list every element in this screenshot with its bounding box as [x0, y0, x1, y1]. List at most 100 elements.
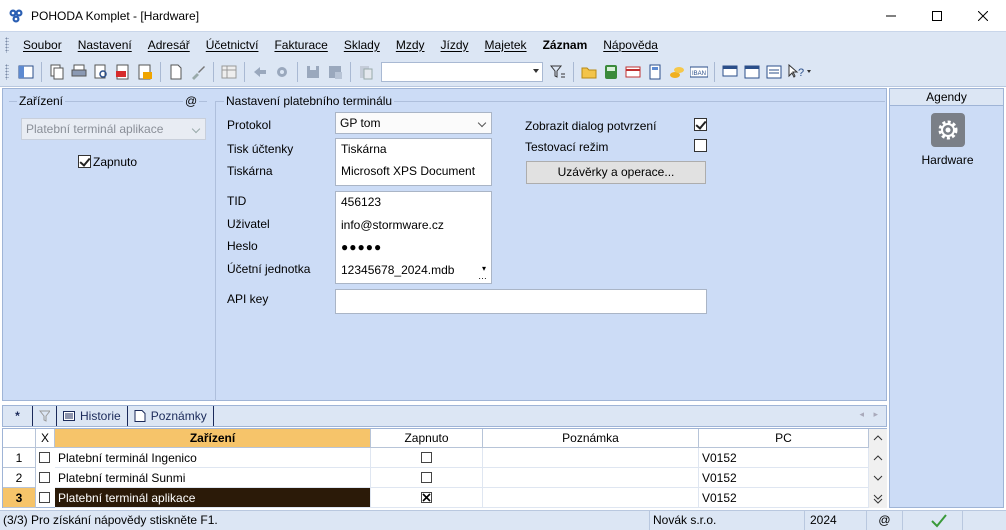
quick-search-combo[interactable]: [381, 61, 543, 82]
pc-cell: V0152: [699, 468, 869, 488]
new-record-button[interactable]: [167, 63, 185, 81]
table-scrollbar[interactable]: [869, 429, 887, 508]
hardware-agenda-label[interactable]: Hardware: [890, 153, 1005, 167]
enabled-cell-checkbox-checked[interactable]: [421, 492, 432, 503]
paste-button[interactable]: [357, 63, 375, 81]
row-mark-checkbox[interactable]: [39, 452, 50, 463]
ellipsis-icon[interactable]: …: [478, 271, 487, 281]
menu-napoveda[interactable]: Nápověda: [595, 38, 666, 52]
scroll-up-icon[interactable]: [869, 451, 887, 465]
scroll-bottom-icon[interactable]: [869, 491, 887, 505]
actions-button[interactable]: [273, 63, 291, 81]
scroll-left-icon[interactable]: ◂: [859, 409, 864, 420]
toolbar-separator: [297, 61, 298, 82]
closing-operations-button[interactable]: Uzávěrky a operace...: [526, 161, 706, 184]
list-icon: [766, 65, 782, 78]
tab-history[interactable]: Historie: [57, 406, 128, 426]
table-row[interactable]: 1 Platební terminál Ingenico V0152: [3, 448, 869, 468]
panel-toggle-button[interactable]: [17, 63, 35, 81]
tid-input[interactable]: 456123: [338, 192, 381, 212]
preview-button[interactable]: [92, 63, 110, 81]
minimize-button[interactable]: [868, 0, 914, 31]
accounting-unit-select[interactable]: 12345678_2024.mdb: [338, 260, 454, 280]
tab-filter[interactable]: [33, 406, 57, 426]
tab-star[interactable]: *: [3, 406, 33, 426]
device-select: Platební terminál aplikace: [21, 118, 206, 140]
filter-button[interactable]: [549, 63, 567, 81]
menu-zaznam[interactable]: Záznam: [535, 38, 596, 52]
receipt-print-value[interactable]: Tiskárna: [338, 139, 387, 159]
password-input[interactable]: ●●●●●: [338, 237, 382, 257]
accounting-unit-label: Účetní jednotka: [227, 262, 311, 276]
table-header-x[interactable]: X: [36, 429, 55, 448]
export-button[interactable]: [136, 63, 154, 81]
edit-button[interactable]: [189, 63, 207, 81]
table-button[interactable]: [220, 63, 238, 81]
pc-cell: V0152: [699, 488, 869, 508]
menu-sklady[interactable]: Sklady: [336, 38, 388, 52]
screen-button[interactable]: [721, 63, 739, 81]
row-number: 2: [3, 468, 36, 488]
minimize-icon: [886, 15, 896, 16]
protocol-select[interactable]: GP tom: [335, 112, 492, 134]
back-button[interactable]: [251, 63, 269, 81]
scroll-right-icon[interactable]: ▸: [873, 409, 878, 420]
menu-fakturace[interactable]: Fakturace: [266, 38, 335, 52]
coins-button[interactable]: [668, 63, 686, 81]
user-label: Uživatel: [227, 217, 270, 231]
copy-button[interactable]: [48, 63, 66, 81]
menu-soubor[interactable]: Soubor: [15, 38, 70, 52]
tab-notes[interactable]: Poznámky: [128, 406, 214, 426]
list-button[interactable]: [765, 63, 783, 81]
enabled-cell-checkbox[interactable]: [421, 452, 432, 463]
menu-majetek[interactable]: Majetek: [477, 38, 535, 52]
calculator-button[interactable]: [646, 63, 664, 81]
table-header-enabled[interactable]: Zapnuto: [371, 429, 483, 448]
menu-mzdy[interactable]: Mzdy: [388, 38, 433, 52]
maximize-button[interactable]: [914, 0, 960, 31]
menu-ucetnictvi[interactable]: Účetnictví: [198, 38, 267, 52]
user-input[interactable]: info@stormware.cz: [338, 215, 444, 235]
menu-adresar[interactable]: Adresář: [140, 38, 198, 52]
window-button[interactable]: [743, 63, 761, 81]
printer-value[interactable]: Microsoft XPS Document: [338, 161, 475, 181]
pohoda-logo-icon: [9, 9, 23, 22]
protocol-select-value: GP tom: [340, 116, 381, 130]
table-row[interactable]: 2 Platební terminál Sunmi V0152: [3, 468, 869, 488]
test-mode-checkbox[interactable]: [694, 139, 707, 152]
table-header-device[interactable]: Zařízení: [55, 429, 371, 448]
tab-history-label: Historie: [80, 409, 121, 423]
status-at: @: [867, 511, 903, 530]
table-header-rownum: [3, 429, 36, 448]
save-button[interactable]: [304, 63, 322, 81]
status-company: Novák s.r.o.: [650, 511, 805, 530]
table-row-selected[interactable]: 3 Platební terminál aplikace V0152: [3, 488, 869, 508]
row-mark-checkbox[interactable]: [39, 492, 50, 503]
scroll-down-icon[interactable]: [869, 471, 887, 485]
confirm-dialog-label: Zobrazit dialog potvrzení: [525, 119, 657, 133]
confirm-dialog-checkbox[interactable]: [694, 118, 707, 131]
api-key-input[interactable]: [335, 289, 707, 314]
print-button[interactable]: [70, 63, 88, 81]
table-header-pc[interactable]: PC: [699, 429, 869, 448]
card-button[interactable]: [624, 63, 642, 81]
pc-cell: V0152: [699, 448, 869, 468]
menu-nastaveni[interactable]: Nastavení: [70, 38, 140, 52]
check-mark-icon: [422, 493, 431, 502]
hardware-agenda-button[interactable]: [931, 113, 965, 147]
iban-button[interactable]: IBAN: [690, 63, 708, 81]
pdf-button[interactable]: [114, 63, 132, 81]
row-mark-checkbox[interactable]: [39, 472, 50, 483]
terminal-button[interactable]: [602, 63, 620, 81]
table-header-note[interactable]: Poznámka: [483, 429, 699, 448]
folder-button[interactable]: [580, 63, 598, 81]
folder-icon: [581, 67, 597, 78]
help-button[interactable]: ?: [787, 63, 813, 81]
save-copy-button[interactable]: [326, 63, 344, 81]
close-button[interactable]: [960, 0, 1006, 31]
agenda-title: Agendy: [890, 89, 1003, 106]
menu-jizdy[interactable]: Jízdy: [433, 38, 477, 52]
enabled-checkbox[interactable]: [78, 155, 91, 168]
enabled-cell-checkbox[interactable]: [421, 472, 432, 483]
scroll-top-icon[interactable]: [869, 431, 887, 445]
